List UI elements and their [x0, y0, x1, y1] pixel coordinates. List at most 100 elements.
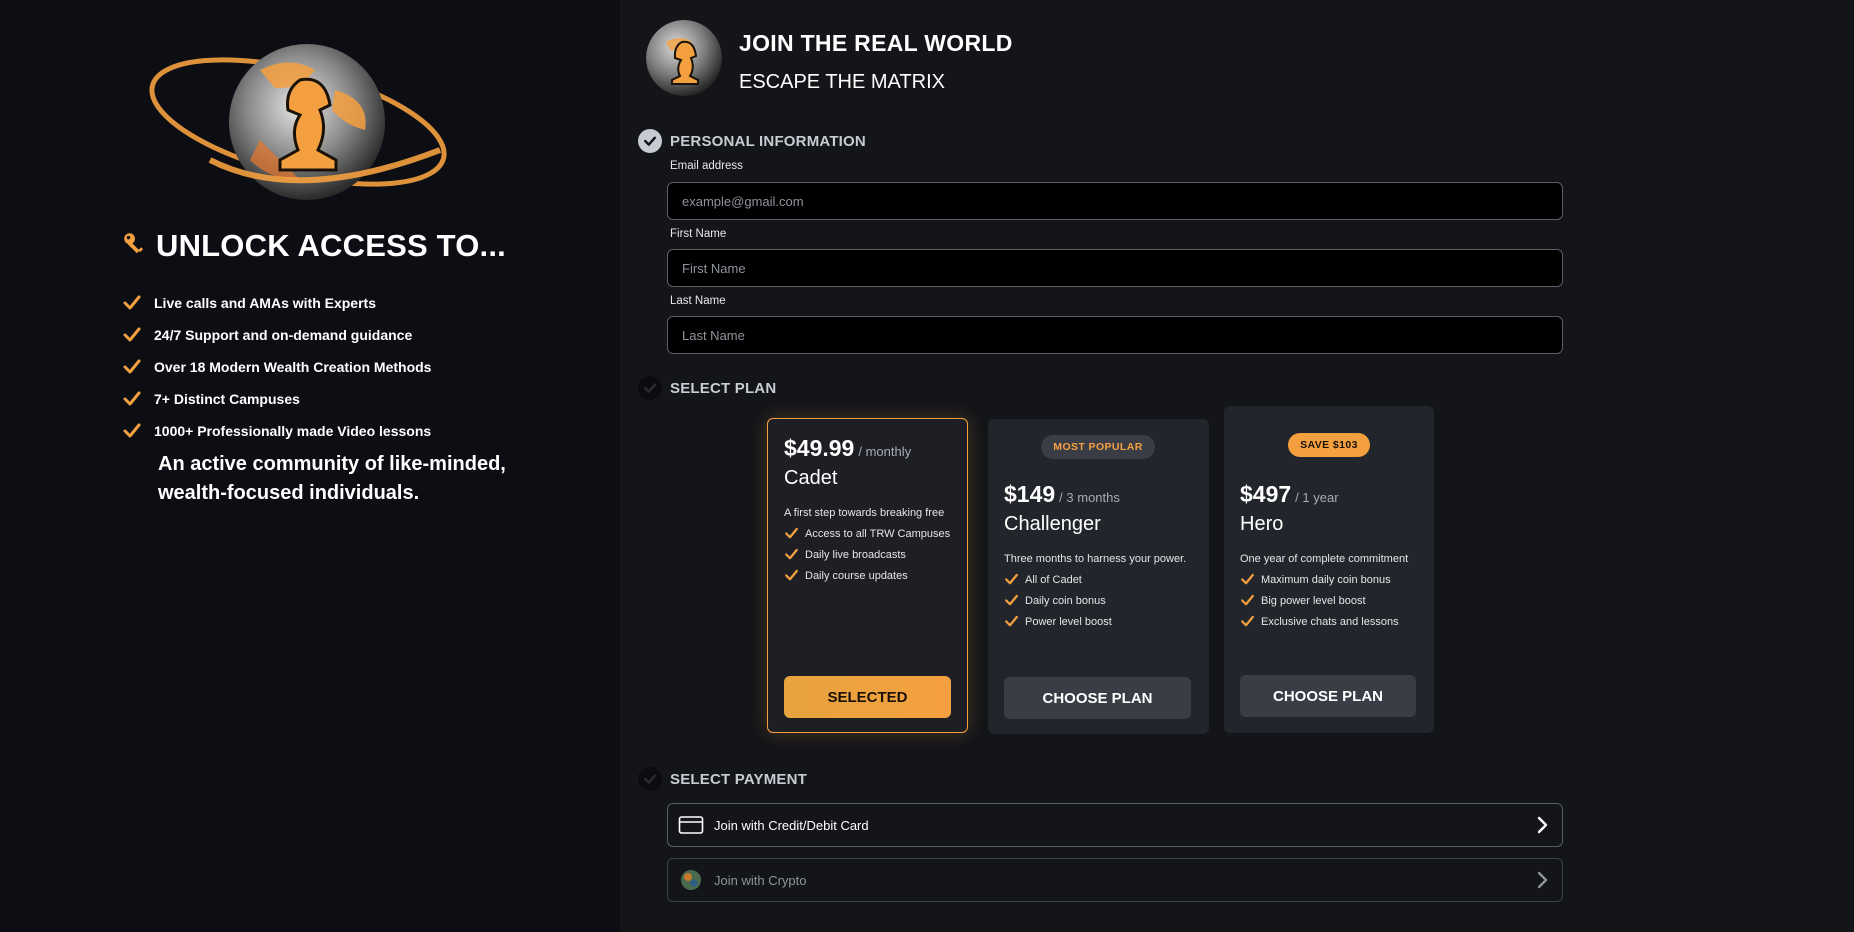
first-name-label: First Name	[670, 228, 727, 240]
pay-card-label: Join with Credit/Debit Card	[714, 817, 869, 833]
feature-text: 7+ Distinct Campuses	[154, 391, 300, 407]
plan-feature-text: Power level boost	[1025, 615, 1112, 628]
plan-feature-text: Maximum daily coin bonus	[1261, 573, 1391, 586]
plan-name: Hero	[1240, 513, 1284, 535]
plan-feature-text: All of Cadet	[1025, 573, 1082, 586]
select-plan-heading: SELECT PLAN	[638, 376, 776, 400]
plan-feature: Power level boost	[1004, 611, 1112, 632]
unlock-title: UNLOCK ACCESS TO...	[156, 228, 506, 263]
plan-feature-text: Daily coin bonus	[1025, 594, 1106, 607]
personal-info-heading: PERSONAL INFORMATION	[638, 129, 866, 153]
chevron-right-icon	[1537, 816, 1548, 834]
section-title: PERSONAL INFORMATION	[670, 132, 866, 150]
page-title: JOIN THE REAL WORLD	[739, 30, 1013, 56]
selected-plan-button[interactable]: SELECTED	[784, 676, 951, 718]
plan-feature: Daily coin bonus	[1004, 590, 1112, 611]
feature-text: 24/7 Support and on-demand guidance	[154, 327, 413, 343]
price-period: / 1 year	[1295, 490, 1339, 505]
price-value: $149	[1004, 481, 1056, 507]
check-icon	[123, 327, 141, 342]
feature-list: Live calls and AMAs with Experts 24/7 Su…	[122, 287, 431, 447]
check-icon	[785, 527, 798, 539]
choose-plan-button[interactable]: CHOOSE PLAN	[1240, 675, 1416, 717]
check-icon	[1005, 594, 1018, 606]
community-text: An active community of like-minded, weal…	[158, 453, 506, 504]
plan-feature-text: Big power level boost	[1261, 594, 1366, 607]
credit-card-icon	[678, 812, 704, 838]
email-field[interactable]	[667, 182, 1563, 220]
plan-feature-text: Daily live broadcasts	[805, 548, 906, 561]
check-icon	[785, 569, 798, 581]
check-icon	[1241, 594, 1254, 606]
feature-text: Live calls and AMAs with Experts	[154, 295, 376, 311]
pay-crypto-label: Join with Crypto	[714, 872, 807, 888]
plan-feature-list: Maximum daily coin bonus Big power level…	[1240, 569, 1399, 632]
pay-crypto-option[interactable]: Join with Crypto	[667, 858, 1563, 902]
plan-card-cadet[interactable]: $49.99 / monthly Cadet A first step towa…	[767, 418, 968, 733]
check-icon	[123, 295, 141, 310]
plan-feature-list: Access to all TRW Campuses Daily live br…	[784, 523, 950, 586]
plan-price: $49.99 / monthly	[784, 435, 911, 462]
crypto-coin-icon	[678, 867, 704, 893]
pay-card-option[interactable]: Join with Credit/Debit Card	[667, 803, 1563, 847]
plan-price: $497 / 1 year	[1240, 481, 1339, 508]
feature-item: 24/7 Support and on-demand guidance	[122, 319, 431, 351]
price-value: $49.99	[784, 435, 855, 461]
feature-item: Live calls and AMAs with Experts	[122, 287, 431, 319]
benefits-panel: UNLOCK ACCESS TO... Live calls and AMAs …	[0, 0, 620, 932]
check-circle-icon	[638, 767, 662, 791]
plan-feature: Access to all TRW Campuses	[784, 523, 950, 544]
plan-name: Challenger	[1004, 513, 1101, 535]
plan-feature-text: Daily course updates	[805, 569, 908, 582]
plan-feature: Exclusive chats and lessons	[1240, 611, 1399, 632]
check-circle-icon	[638, 376, 662, 400]
trw-logo-avatar	[646, 20, 722, 96]
plan-description: One year of complete commitment	[1240, 553, 1409, 565]
last-name-label: Last Name	[670, 295, 726, 307]
check-icon	[1005, 573, 1018, 585]
chevron-right-icon	[1537, 871, 1548, 889]
section-title: SELECT PAYMENT	[670, 770, 807, 788]
choose-plan-button[interactable]: CHOOSE PLAN	[1004, 677, 1191, 719]
plan-feature: Big power level boost	[1240, 590, 1399, 611]
first-name-field[interactable]	[667, 249, 1563, 287]
key-icon	[122, 230, 148, 263]
plan-feature: Daily course updates	[784, 565, 950, 586]
section-title: SELECT PLAN	[670, 379, 777, 397]
check-icon	[123, 423, 141, 438]
price-period: / 3 months	[1059, 490, 1120, 505]
feature-item: Over 18 Modern Wealth Creation Methods	[122, 351, 431, 383]
feature-text: Over 18 Modern Wealth Creation Methods	[154, 359, 432, 375]
plan-feature-text: Access to all TRW Campuses	[805, 527, 951, 540]
price-period: / monthly	[858, 444, 912, 459]
plan-feature: Maximum daily coin bonus	[1240, 569, 1399, 590]
trw-globe-logo	[140, 30, 460, 210]
unlock-heading: UNLOCK ACCESS TO...	[122, 228, 506, 264]
plan-price: $149 / 3 months	[1004, 481, 1120, 508]
plan-description: A first step towards breaking free	[784, 507, 945, 519]
select-payment-heading: SELECT PAYMENT	[638, 767, 807, 791]
plan-feature: All of Cadet	[1004, 569, 1112, 590]
check-icon	[785, 548, 798, 560]
feature-text: 1000+ Professionally made Video lessons	[154, 423, 432, 439]
plan-description: Three months to harness your power.	[1004, 553, 1187, 565]
check-icon	[1005, 615, 1018, 627]
check-icon	[1241, 615, 1254, 627]
price-value: $497	[1240, 481, 1292, 507]
plan-feature-text: Exclusive chats and lessons	[1261, 615, 1399, 628]
email-label: Email address	[670, 160, 743, 172]
plan-card-challenger[interactable]: MOST POPULAR $149 / 3 months Challenger …	[988, 419, 1209, 734]
check-circle-icon	[638, 129, 662, 153]
most-popular-badge: MOST POPULAR	[1041, 435, 1155, 459]
plan-feature: Daily live broadcasts	[784, 544, 950, 565]
page-subtitle: ESCAPE THE MATRIX	[739, 71, 945, 93]
check-icon	[123, 391, 141, 406]
feature-item: 7+ Distinct Campuses	[122, 383, 431, 415]
save-badge: SAVE $103	[1288, 433, 1370, 457]
plan-card-hero[interactable]: SAVE $103 $497 / 1 year Hero One year of…	[1224, 406, 1434, 733]
check-icon	[1241, 573, 1254, 585]
plan-feature-list: All of Cadet Daily coin bonus Power leve…	[1004, 569, 1112, 632]
last-name-field[interactable]	[667, 316, 1563, 354]
plan-name: Cadet	[784, 467, 838, 489]
feature-item: 1000+ Professionally made Video lessons	[122, 415, 431, 447]
